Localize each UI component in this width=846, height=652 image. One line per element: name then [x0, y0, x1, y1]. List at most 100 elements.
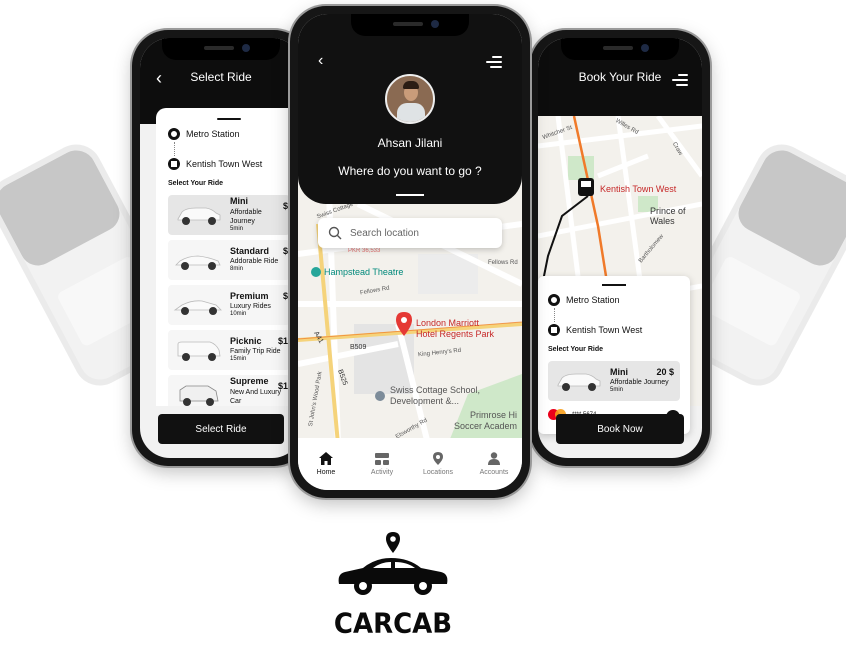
ride-name: Premium [230, 290, 269, 301]
menu-icon[interactable] [486, 56, 502, 68]
dropoff-square-icon [168, 158, 180, 170]
phone-select-ride: ‹ Select Ride Metro Station Kentish Town… [132, 30, 310, 466]
phone-book-ride: Book Your Ride Kentish Town West Prince … [530, 30, 710, 466]
ride-desc: Family Trip Ride [230, 348, 281, 356]
map-label-prince: Prince of Wales [650, 206, 686, 226]
brand-name: CARCAB [333, 608, 453, 640]
location-pin-icon [433, 452, 443, 465]
ride-desc: Affordable Journey [610, 379, 669, 387]
dropoff-row[interactable]: Kentish Town West [168, 156, 290, 172]
car-with-location-pin-icon [338, 532, 448, 595]
notch [162, 38, 280, 60]
dropoff-row[interactable]: Kentish Town West [548, 322, 680, 338]
ride-price: 20 $ [656, 367, 674, 377]
ride-option-premium[interactable]: Premium Luxury Rides 10min $ [168, 285, 290, 325]
map-label-b509: B509 [350, 344, 367, 351]
notch [561, 38, 679, 60]
menu-icon[interactable] [672, 74, 688, 86]
ride-desc: Addorable Ride [230, 258, 279, 266]
ride-price: $1 [277, 336, 288, 346]
tab-accounts[interactable]: Accounts [472, 452, 516, 476]
prompt-question: Where do you want to go ? [338, 164, 482, 178]
map-label-pkr: PKR 36,533 [348, 248, 381, 254]
ride-price: $ [282, 201, 288, 211]
header-handle [396, 194, 424, 196]
map-label-school-1: Swiss Cottage School, [390, 385, 481, 395]
pickup-label: Metro Station [186, 129, 240, 139]
suv-car-icon [552, 367, 604, 395]
pickup-ring-icon [548, 294, 560, 306]
home-map[interactable]: London Marriott Hotel Regents Park Hamps… [298, 164, 522, 438]
section-title: Select Your Ride [548, 346, 603, 353]
home-header: ‹ Ahsan Jilani Where do you want to go ? [298, 14, 522, 204]
ride-eta: 15min [230, 356, 247, 363]
pickup-label: Metro Station [566, 295, 620, 305]
pickup-row[interactable]: Metro Station [168, 126, 290, 142]
map-label-kentish: Kentish Town West [600, 184, 677, 194]
user-icon [488, 452, 500, 465]
ride-eta: 10min [230, 311, 247, 318]
sheet-handle[interactable] [217, 118, 241, 120]
ride-option-mini[interactable]: Mini Affordable Journey 5min 20 $ [548, 361, 680, 401]
map-label-fellows-2: Fellows Rd [488, 260, 518, 266]
dropoff-label: Kentish Town West [566, 325, 643, 335]
dropoff-label: Kentish Town West [186, 159, 263, 169]
suv-car-icon [172, 201, 224, 229]
brand-logo: CARCAB [320, 528, 466, 640]
ride-option-standard[interactable]: Standard Addorable Ride 8min $ [168, 240, 290, 280]
ride-desc: Affordable Journey [230, 208, 262, 225]
map-label-theatre: Hampstead Theatre [324, 267, 404, 277]
route-connector [554, 308, 555, 322]
select-ride-button[interactable]: Select Ride [158, 414, 284, 444]
phone-home: ‹ Ahsan Jilani Where do you want to go ?… [290, 6, 530, 498]
supercar-icon [172, 291, 224, 319]
section-title: Select Your Ride [168, 180, 223, 187]
back-chevron-icon[interactable]: ‹ [318, 52, 323, 70]
ride-eta: 5min [230, 226, 244, 233]
search-placeholder: Search location [350, 227, 419, 239]
van-icon [172, 336, 224, 364]
notch [351, 14, 469, 36]
page-title: Select Ride [190, 70, 252, 84]
tab-label: Activity [370, 468, 394, 476]
ride-option-supreme[interactable]: Supreme New And Luxury Car 20min $1 [168, 375, 290, 406]
map-label-pin-2: Hotel Regents Park [416, 329, 495, 339]
ride-eta: 8min [230, 266, 244, 273]
tab-label: Accounts [479, 469, 509, 476]
search-icon [328, 226, 342, 240]
route-connector [174, 142, 175, 156]
sports-car-icon [172, 246, 224, 274]
ride-option-picknic[interactable]: Picknic Family Trip Ride 15min $1 [168, 330, 290, 370]
offroad-car-icon [172, 381, 224, 406]
bottom-tab-bar: Home Activity Locations Accounts [298, 438, 522, 490]
ride-name: Picknic [230, 335, 262, 346]
map-label-pin-1: London Marriott [416, 318, 480, 328]
ride-name: Mini [230, 196, 248, 207]
ride-name: Standard [230, 245, 270, 256]
ride-option-mini[interactable]: Mini Affordable Journey 5min $ [168, 195, 290, 235]
map-label-primrose-2: Soccer Academ [454, 421, 518, 431]
ride-sheet: Metro Station Kentish Town West Select Y… [156, 108, 302, 406]
home-icon [319, 452, 333, 465]
tab-label: Home [316, 469, 336, 476]
user-name: Ahsan Jilani [377, 136, 443, 150]
dropoff-square-icon [548, 324, 560, 336]
book-now-button[interactable]: Book Now [556, 414, 684, 444]
pickup-row[interactable]: Metro Station [548, 292, 680, 308]
tab-activity[interactable]: Activity [360, 452, 404, 476]
sheet-handle[interactable] [602, 284, 626, 286]
ride-eta: 5min [610, 387, 624, 394]
tab-locations[interactable]: Locations [416, 452, 460, 476]
ride-price: $ [282, 246, 288, 256]
avatar[interactable] [385, 74, 435, 124]
ride-booking-card: Metro Station Kentish Town West Select Y… [538, 276, 690, 434]
map-label-school-2: Development &... [390, 396, 460, 406]
tab-label: Locations [423, 469, 453, 476]
ride-desc: Luxury Rides [230, 303, 271, 311]
ride-price: $ [282, 291, 288, 301]
map-label-primrose-1: Primrose Hi [470, 410, 518, 420]
search-input[interactable]: Search location [318, 218, 502, 248]
tab-home[interactable]: Home [304, 452, 348, 476]
pickup-ring-icon [168, 128, 180, 140]
ride-price: $1 [277, 381, 288, 391]
